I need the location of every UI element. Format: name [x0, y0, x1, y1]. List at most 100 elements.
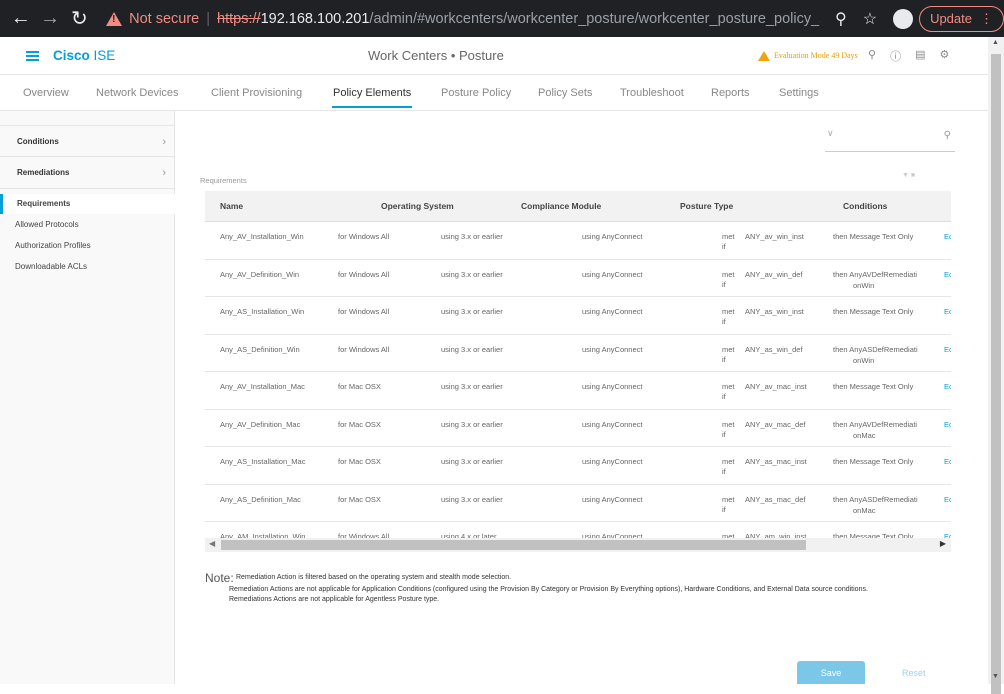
column-header-posture-type[interactable]: Posture Type [680, 201, 733, 211]
cell-condition: ANY_am_win_inst [745, 532, 807, 538]
search-icon: ⚲ [943, 130, 951, 141]
cell-condition: ANY_av_win_inst [745, 232, 804, 241]
address-bar[interactable]: Not secure | https:// 192.168.100.201 /a… [100, 4, 821, 33]
scroll-up-icon[interactable]: ▲ [992, 39, 999, 46]
cell-os: for Mac OSX [338, 419, 381, 429]
edit-link[interactable]: Ec [944, 231, 951, 242]
table-row[interactable]: Any_AS_Definition_Win for Windows All usin… [205, 335, 951, 372]
tab-posture-policy[interactable]: Posture Policy [441, 87, 511, 99]
column-header-compliance-module[interactable]: Compliance Module [521, 201, 601, 211]
url-host: 192.168.100.201 [260, 10, 370, 27]
edit-link[interactable]: Ec [944, 494, 951, 505]
edit-link[interactable]: Ec [944, 269, 951, 280]
zoom-icon[interactable]: ⚲ [835, 9, 847, 29]
filter-search-input[interactable]: ∨ ⚲ [825, 124, 955, 152]
chevron-right-icon: › [162, 167, 166, 179]
column-header-name[interactable]: Name [220, 201, 243, 211]
scroll-left-icon[interactable]: ◀ [209, 539, 215, 548]
table-row[interactable]: Any_AM_Installation_Win for Windows All us… [205, 522, 951, 538]
cell-name: Any_AV_Installation_Mac [220, 382, 305, 391]
page-title: Work Centers • Posture [368, 48, 504, 63]
sidebar-group-remediations[interactable]: Remediations › [0, 157, 175, 189]
cell-version: using 3.x or earlier [441, 457, 503, 466]
dashboard-icon[interactable]: ▤ [915, 48, 925, 64]
cell-remediation: then Message Text Only [833, 307, 914, 316]
table-row[interactable]: Any_AV_Installation_Mac for Mac OSX using … [205, 372, 951, 410]
save-button[interactable]: Save [797, 661, 865, 684]
tab-policy-sets[interactable]: Policy Sets [538, 87, 592, 99]
cell-compliance-module: using AnyConnect [582, 532, 643, 538]
cell-condition: ANY_av_mac_def [745, 419, 806, 429]
cell-remediation: then Message Text Only [833, 457, 914, 466]
edit-link[interactable]: Ec [944, 344, 951, 355]
tab-troubleshoot[interactable]: Troubleshoot [620, 87, 684, 99]
cell-remediation: then Message Text Only [833, 232, 914, 241]
update-button[interactable]: Update ⋮ [919, 5, 1004, 32]
edit-link[interactable]: Ec [944, 306, 951, 317]
profile-avatar[interactable] [893, 8, 914, 29]
scroll-down-icon[interactable]: ▼ [992, 673, 999, 680]
reload-icon[interactable]: ↻ [65, 6, 94, 31]
cell-condition: ANY_as_mac_inst [745, 457, 807, 466]
cell-os: for Windows All [338, 269, 390, 279]
cell-compliance-module: using AnyConnect [582, 269, 643, 279]
cell-name: Any_AM_Installation_Win [220, 532, 306, 538]
tab-client-provisioning[interactable]: Client Provisioning [211, 87, 302, 99]
reset-button[interactable]: Reset [902, 668, 926, 678]
sidebar-item-allowed-protocols[interactable]: Allowed Protocols [0, 215, 175, 235]
cell-remediation: then AnyASDefRemediati [833, 344, 918, 354]
hamburger-menu-icon[interactable] [26, 50, 39, 61]
browser-toolbar: ← → ↻ Not secure | https:// 192.168.100.… [0, 0, 1004, 37]
sidebar-item-authorization-profiles[interactable]: Authorization Profiles [0, 236, 175, 256]
bookmark-star-icon[interactable]: ☆ [863, 9, 877, 29]
scrollbar-thumb[interactable] [991, 54, 1001, 694]
chevron-down-icon[interactable]: ∨ [827, 128, 834, 139]
cell-remediation-cont: onWin [853, 355, 875, 365]
edit-link[interactable]: Ec [944, 456, 951, 467]
tab-policy-elements[interactable]: Policy Elements [331, 87, 413, 108]
column-header-conditions[interactable]: Conditions [843, 201, 887, 211]
cell-version: using 3.x or earlier [441, 494, 503, 504]
table-settings-icon[interactable]: ▼ ■ [902, 172, 915, 179]
back-icon[interactable]: ← [6, 7, 35, 30]
app-header: Cisco ISE Work Centers • Posture Evaluat… [0, 37, 988, 75]
column-header-os[interactable]: Operating System [381, 201, 454, 211]
horizontal-scrollbar[interactable]: ◀ ▶ [205, 538, 951, 552]
edit-link[interactable]: Ec [944, 381, 951, 392]
section-caption: Requirements [200, 176, 247, 185]
sidebar-item-requirements[interactable]: Requirements [0, 194, 175, 214]
table-row[interactable]: Any_AS_Definition_Mac for Mac OSX using 3.… [205, 485, 951, 522]
help-icon[interactable]: ⓘ [890, 48, 901, 64]
security-label[interactable]: Not secure [129, 11, 199, 27]
evaluation-badge[interactable]: Evaluation Mode 49 Days [758, 50, 858, 61]
cell-name: Any_AS_Definition_Mac [220, 494, 301, 504]
table-row[interactable]: Any_AS_Installation_Win for Windows All us… [205, 297, 951, 335]
table-row[interactable]: Any_AS_Installation_Mac for Mac OSX using … [205, 447, 951, 485]
sidebar-group-conditions[interactable]: Conditions › [0, 125, 175, 157]
edit-link[interactable]: Ec [944, 419, 951, 430]
search-icon[interactable]: ⚲ [868, 48, 876, 64]
cell-met: met [722, 532, 735, 538]
cell-version: using 3.x or earlier [441, 344, 503, 354]
tab-settings[interactable]: Settings [779, 87, 819, 99]
scrollbar-thumb[interactable] [221, 540, 806, 550]
table-row[interactable]: Any_AV_Definition_Win for Windows All usin… [205, 260, 951, 297]
table-row[interactable]: Any_AV_Definition_Mac for Mac OSX using 3.… [205, 410, 951, 447]
forward-icon[interactable]: → [35, 7, 64, 30]
tab-network-devices[interactable]: Network Devices [96, 87, 179, 99]
divider: | [206, 10, 211, 27]
table-row[interactable]: Any_AV_Installation_Win for Windows All us… [205, 222, 951, 260]
gear-icon[interactable]: ⚙ [939, 48, 949, 64]
brand-logo[interactable]: Cisco ISE [53, 48, 115, 63]
page-scrollbar[interactable]: ▲ ▼ [988, 37, 1004, 694]
tab-reports[interactable]: Reports [711, 87, 750, 99]
sidebar-item-downloadable-acls[interactable]: Downloadable ACLs [0, 257, 175, 277]
requirements-table: Name Operating System Compliance Module … [205, 191, 951, 538]
scroll-right-icon[interactable]: ▶ [940, 539, 946, 548]
cell-remediation: then AnyAVDefRemediati [833, 269, 918, 279]
cell-if: if [722, 467, 726, 476]
edit-link[interactable]: Ec [944, 531, 951, 538]
brand-name: Cisco [53, 48, 90, 63]
evaluation-text: Evaluation Mode 49 Days [774, 51, 858, 60]
tab-overview[interactable]: Overview [23, 87, 69, 99]
